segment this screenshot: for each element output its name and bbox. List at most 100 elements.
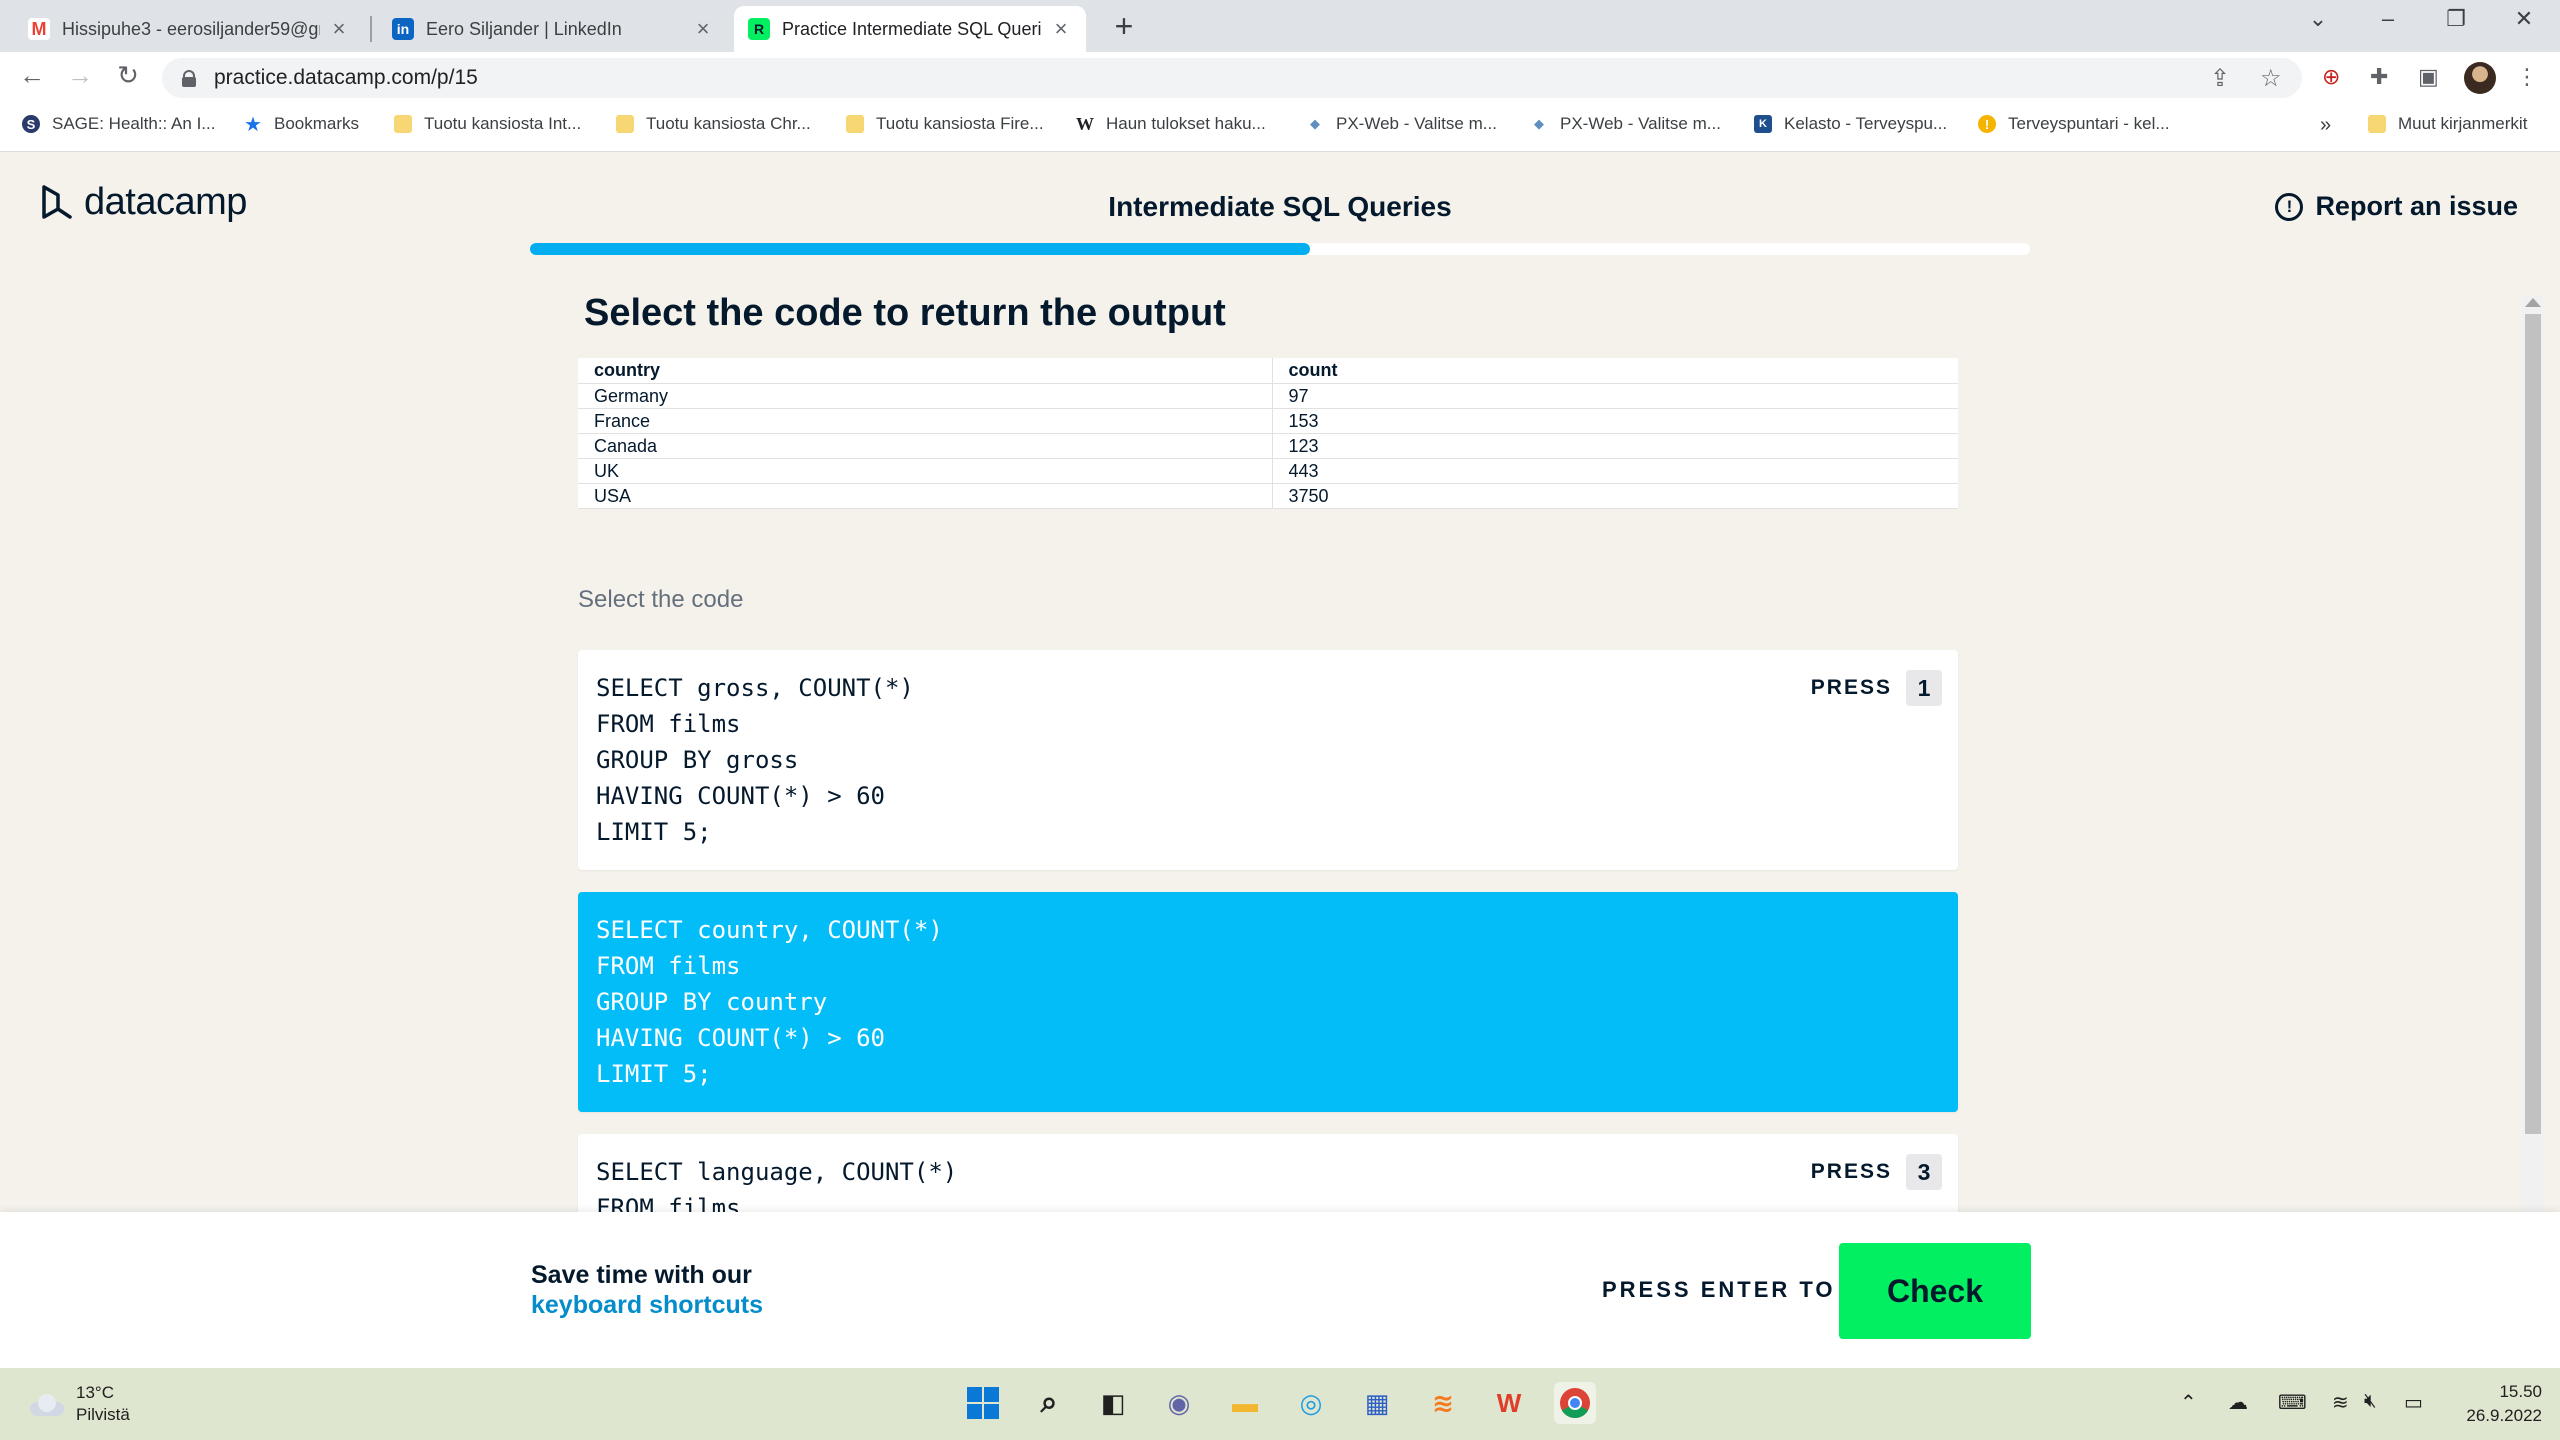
- tab-title: Eero Siljander | LinkedIn: [426, 18, 622, 39]
- bookmark-item[interactable]: ★ Bookmarks: [244, 114, 359, 136]
- save-time-text: Save time with our: [531, 1261, 752, 1289]
- wifi-icon[interactable]: ≋: [2332, 1390, 2349, 1415]
- pxweb-icon: ◆: [1534, 116, 1544, 131]
- press-enter-hint: PRESS ENTER TO: [1602, 1277, 1836, 1302]
- keyboard-hint: PRESS 3: [1811, 1154, 1942, 1190]
- edge-icon[interactable]: ◎: [1290, 1382, 1332, 1424]
- taskbar: 13°C Pilvistä ⌕ ◧ ◉ ▬ ◎ ▦ ≋ W ⌃ ☁ ⌨ ≋ 🔇︎…: [0, 1368, 2560, 1440]
- table-row: Canada 123: [578, 433, 1958, 459]
- bookmark-label: Tuotu kansiosta Chr...: [646, 114, 811, 133]
- alert-icon: !: [2275, 192, 2304, 221]
- keyboard-shortcuts-link[interactable]: keyboard shortcuts: [531, 1290, 763, 1320]
- table-cell: UK: [578, 458, 1273, 484]
- chat-icon[interactable]: ◉: [1158, 1382, 1200, 1424]
- bookmark-label: Kelasto - Terveyspu...: [1784, 114, 1948, 133]
- scroll-thumb[interactable]: [2525, 314, 2541, 1134]
- answer-option-2[interactable]: SELECT country, COUNT(*) FROM films GROU…: [578, 892, 1958, 1112]
- store-icon[interactable]: ▦: [1356, 1382, 1398, 1424]
- side-panel-icon[interactable]: ▣: [2418, 64, 2439, 90]
- close-icon[interactable]: ×: [692, 16, 714, 42]
- option-code: SELECT gross, COUNT(*) FROM films GROUP …: [596, 674, 914, 846]
- start-icon[interactable]: [962, 1382, 1004, 1424]
- report-issue-button[interactable]: ! Report an issue: [2275, 191, 2518, 222]
- avatar[interactable]: [2464, 62, 2496, 94]
- url-field[interactable]: practice.datacamp.com/p/15: [162, 58, 2302, 98]
- option-code: SELECT language, COUNT(*) FROM films: [596, 1158, 958, 1212]
- tab-datacamp[interactable]: R Practice Intermediate SQL Querie ×: [734, 6, 1086, 52]
- bookmark-item[interactable]: Tuotu kansiosta Int...: [394, 114, 581, 134]
- action-footer: Save time with our keyboard shortcuts PR…: [0, 1212, 2560, 1368]
- bookmark-label: Haun tulokset haku...: [1106, 114, 1266, 133]
- bookmark-item[interactable]: Tuotu kansiosta Fire...: [846, 114, 1044, 134]
- press-label: PRESS: [1810, 676, 1892, 699]
- keyboard-icon[interactable]: ⌨: [2278, 1390, 2307, 1415]
- option-code: SELECT country, COUNT(*) FROM films GROU…: [596, 916, 943, 1088]
- terveyspuntari-icon: !: [1978, 115, 1996, 133]
- close-window-icon[interactable]: ✕: [2504, 6, 2544, 32]
- task-view-icon[interactable]: ◧: [1092, 1382, 1134, 1424]
- tab-title: Practice Intermediate SQL Querie: [782, 18, 1042, 39]
- new-tab-icon[interactable]: +: [1104, 8, 1144, 45]
- extension-icon[interactable]: ⊕: [2322, 64, 2340, 90]
- column-header: count: [1272, 358, 1958, 384]
- bookmark-item[interactable]: S SAGE: Health:: An I...: [22, 114, 215, 134]
- scrollbar[interactable]: [2522, 296, 2544, 1212]
- bookmarks-overflow[interactable]: »: [2320, 114, 2331, 137]
- bookmark-item[interactable]: ◆ PX-Web - Valitse m...: [1530, 114, 1721, 134]
- system-clock[interactable]: 15.50 26.9.2022: [2466, 1380, 2542, 1428]
- answer-option-1[interactable]: SELECT gross, COUNT(*) FROM films GROUP …: [578, 650, 1958, 870]
- bookmark-item[interactable]: ! Terveyspuntari - kel...: [1978, 114, 2170, 134]
- check-button[interactable]: Check: [1839, 1243, 2031, 1339]
- file-explorer-icon[interactable]: ▬: [1224, 1382, 1266, 1424]
- datacamp-logo-icon: [42, 184, 72, 219]
- tab-linkedin[interactable]: in Eero Siljander | LinkedIn ×: [378, 6, 728, 52]
- scroll-up-icon[interactable]: [2525, 298, 2541, 307]
- datacamp-logo[interactable]: datacamp: [40, 181, 247, 224]
- chevron-up-icon[interactable]: ⌃: [2180, 1390, 2197, 1415]
- folder-icon: [846, 115, 864, 133]
- bookmark-item[interactable]: ◆ PX-Web - Valitse m...: [1306, 114, 1497, 134]
- bookmark-item[interactable]: W Haun tulokset haku...: [1076, 114, 1266, 134]
- clock-date: 26.9.2022: [2466, 1406, 2542, 1425]
- windows-logo-icon: [967, 1387, 999, 1419]
- page-title: Intermediate SQL Queries: [1108, 191, 1452, 222]
- bookmark-label: Terveyspuntari - kel...: [2008, 114, 2170, 133]
- other-bookmarks[interactable]: Muut kirjanmerkit: [2368, 114, 2527, 134]
- onedrive-icon[interactable]: ☁: [2228, 1390, 2248, 1415]
- share-icon[interactable]: ⇪: [2210, 64, 2230, 93]
- weather-widget[interactable]: 13°C Pilvistä: [26, 1382, 130, 1426]
- volume-muted-icon[interactable]: 🔇︎: [2364, 1390, 2377, 1413]
- menu-icon[interactable]: ⋮: [2516, 64, 2538, 90]
- url-text: practice.datacamp.com/p/15: [214, 66, 478, 89]
- table-row: USA 3750: [578, 483, 1958, 509]
- bookmark-label: PX-Web - Valitse m...: [1560, 114, 1721, 133]
- minimize-icon[interactable]: –: [2368, 6, 2408, 32]
- table-cell: 153: [1272, 408, 1958, 434]
- puzzle-icon[interactable]: ✚: [2370, 64, 2388, 90]
- tab-divider: [370, 16, 372, 42]
- bookmark-item[interactable]: Tuotu kansiosta Chr...: [616, 114, 811, 134]
- app-icon[interactable]: ≋: [1422, 1382, 1464, 1424]
- wps-icon[interactable]: W: [1488, 1382, 1530, 1424]
- clock-time: 15.50: [2499, 1382, 2542, 1401]
- restore-icon[interactable]: ❐: [2436, 6, 2476, 32]
- answer-option-3[interactable]: SELECT language, COUNT(*) FROM films PRE…: [578, 1134, 1958, 1212]
- close-icon[interactable]: ×: [328, 16, 350, 42]
- tab-gmail[interactable]: M Hissipuhe3 - eerosiljander59@gm ×: [14, 6, 364, 52]
- close-icon[interactable]: ×: [1050, 16, 1072, 42]
- bookmark-label: PX-Web - Valitse m...: [1336, 114, 1497, 133]
- search-icon[interactable]: ⌕: [1028, 1382, 1070, 1424]
- table-cell: 443: [1272, 458, 1958, 484]
- tab-search-icon[interactable]: ⌄: [2298, 6, 2338, 32]
- chrome-logo-icon: [1560, 1388, 1590, 1419]
- back-icon[interactable]: ←: [14, 60, 50, 91]
- battery-icon[interactable]: ▭: [2404, 1390, 2423, 1415]
- kelasto-icon: K: [1754, 115, 1772, 133]
- forward-icon[interactable]: →: [62, 60, 98, 91]
- lock-icon: [182, 70, 196, 87]
- table-cell: 123: [1272, 433, 1958, 459]
- reload-icon[interactable]: ↻: [110, 60, 146, 91]
- star-icon[interactable]: ☆: [2260, 64, 2282, 93]
- chrome-icon[interactable]: [1554, 1382, 1596, 1424]
- bookmark-item[interactable]: K Kelasto - Terveyspu...: [1754, 114, 1947, 134]
